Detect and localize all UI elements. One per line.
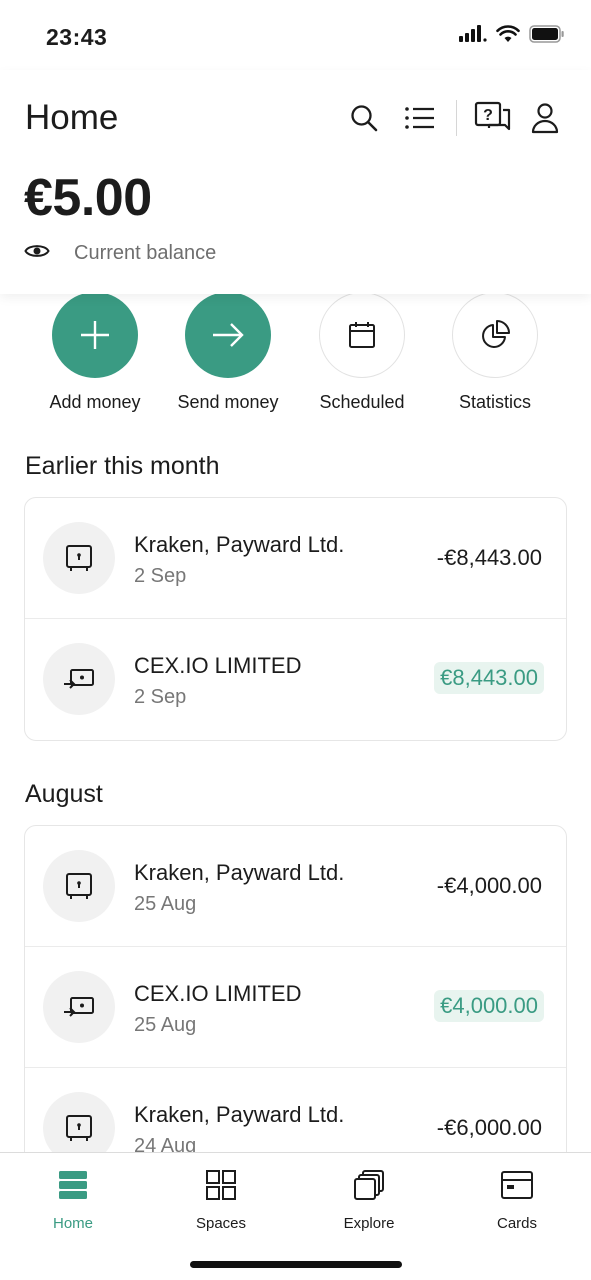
transactions-card-earlier: Kraken, Payward Ltd. 2 Sep -€8,443.00 CE… [24,497,567,741]
transaction-name: CEX.IO LIMITED [134,981,302,1006]
transaction-row[interactable]: CEX.IO LIMITED 2 Sep €8,443.00 [25,619,566,740]
statistics-button[interactable]: Statistics [428,292,562,413]
safe-icon [43,850,115,922]
tab-label: Explore [343,1215,395,1232]
incoming-transfer-icon [43,643,115,715]
transaction-name: Kraken, Payward Ltd. [134,1102,345,1127]
tab-home[interactable]: Home [18,1167,128,1232]
statistics-label: Statistics [458,392,532,412]
transactions-card-august: Kraken, Payward Ltd. 25 Aug -€4,000.00 C… [24,825,567,1165]
safe-icon [43,522,115,594]
transaction-date: 2 Sep [134,686,187,708]
system-icons [459,24,565,49]
add-money-label: Add money [49,392,141,412]
scheduled-button[interactable]: Scheduled [295,292,429,413]
transaction-name: Kraken, Payward Ltd. [134,860,345,885]
profile-icon[interactable] [525,98,565,138]
arrow-right-icon [185,292,271,378]
transaction-amount: -€6,000.00 [436,1115,542,1140]
home-indicator [190,1261,402,1268]
help-chat-icon[interactable]: ? [473,98,513,138]
section-title-earlier: Earlier this month [25,452,220,480]
header-actions: ? [344,98,565,138]
eye-icon[interactable] [24,242,50,265]
tab-label: Cards [496,1215,537,1232]
tab-label: Home [52,1215,93,1232]
tab-label: Spaces [195,1215,247,1232]
transaction-row[interactable]: Kraken, Payward Ltd. 24 Aug -€6,000.00 [25,1068,566,1164]
plus-icon [52,292,138,378]
wifi-icon [496,25,520,48]
quick-actions: Add money Send money Scheduled Statistic… [0,292,591,422]
transaction-amount-positive: €8,443.00 [434,662,544,694]
home-header: Home ? €5.00 Current balance [0,70,591,294]
transaction-row[interactable]: Kraken, Payward Ltd. 2 Sep -€8,443.00 [25,498,566,619]
transaction-date: 2 Sep [134,565,187,587]
header-divider [456,100,457,136]
status-time: 23:43 [46,24,108,50]
send-money-label: Send money [177,392,279,412]
balance-label: Current balance [74,242,217,264]
transaction-name: CEX.IO LIMITED [134,653,302,678]
status-bar: 23:43 [0,0,591,70]
signal-icon [459,24,487,49]
list-icon[interactable] [400,98,440,138]
transaction-date: 25 Aug [134,893,197,915]
home-icon [18,1167,128,1203]
scheduled-label: Scheduled [319,392,405,412]
transaction-amount-positive: €4,000.00 [434,990,544,1022]
transaction-amount: -€4,000.00 [436,873,542,898]
svg-text:?: ? [483,107,493,124]
bottom-tab-bar: Home Spaces Explore Cards [0,1152,591,1280]
tab-explore[interactable]: Explore [314,1167,424,1232]
transaction-amount: -€8,443.00 [436,545,542,570]
transaction-date: 25 Aug [134,1014,197,1036]
balance-amount: €5.00 [24,169,152,227]
page-title: Home [25,98,119,137]
transaction-row[interactable]: CEX.IO LIMITED 25 Aug €4,000.00 [25,947,566,1068]
stack-icon [314,1167,424,1203]
transaction-name: Kraken, Payward Ltd. [134,532,345,557]
card-icon [462,1167,572,1203]
balance-row: Current balance [24,242,216,265]
battery-icon [529,25,565,48]
add-money-button[interactable]: Add money [28,292,162,413]
send-money-button[interactable]: Send money [161,292,295,413]
tab-cards[interactable]: Cards [462,1167,572,1232]
section-title-august: August [25,780,103,808]
grid-icon [166,1167,276,1203]
search-icon[interactable] [344,98,384,138]
pie-chart-icon [452,292,538,378]
calendar-icon [319,292,405,378]
tab-spaces[interactable]: Spaces [166,1167,276,1232]
incoming-transfer-icon [43,971,115,1043]
transaction-row[interactable]: Kraken, Payward Ltd. 25 Aug -€4,000.00 [25,826,566,947]
